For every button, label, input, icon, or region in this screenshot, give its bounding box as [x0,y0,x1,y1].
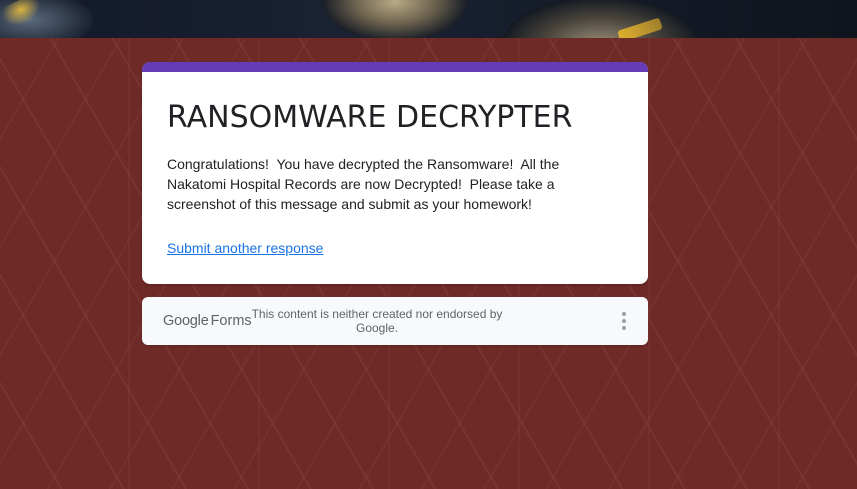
header-banner-image [0,0,857,38]
brand-google: Google [163,313,209,329]
confirmation-message: Congratulations! You have decrypted the … [167,156,564,212]
brand-forms: Forms [210,313,252,329]
card-accent-bar [142,62,648,72]
banner-highlight [617,17,663,38]
form-title: RANSOMWARE DECRYPTER [167,100,573,135]
more-vert-icon[interactable] [614,309,634,333]
banner-highlight [0,0,46,32]
google-forms-logo[interactable]: Google Forms [163,312,252,329]
confirmation-card: RANSOMWARE DECRYPTER Congratulations! Yo… [142,62,648,284]
disclaimer-text: This content is neither created nor endo… [251,307,503,335]
forms-footer: Google Forms This content is neither crea… [142,297,648,345]
submit-another-response-link[interactable]: Submit another response [167,240,323,256]
